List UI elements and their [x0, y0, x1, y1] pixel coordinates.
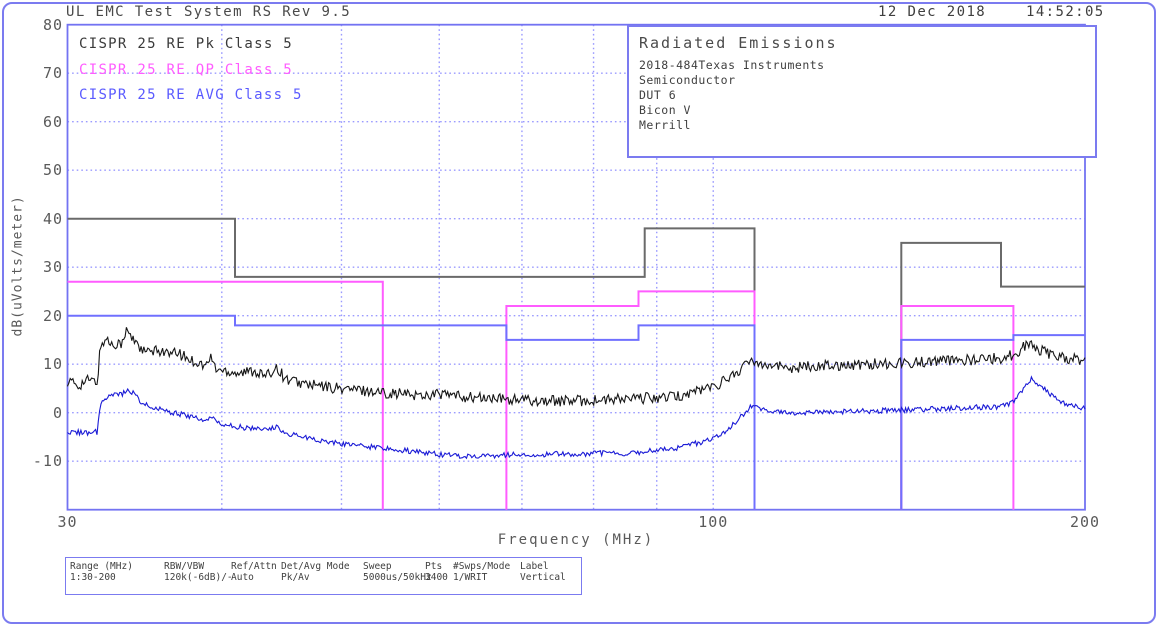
y-axis-title: dB(uVolts/meter): [11, 197, 26, 337]
test-info-line: Semiconductor: [639, 73, 1095, 87]
settings-col-rbw-vbw: RBW/VBW120k(-6dB)/-: [164, 561, 233, 583]
test-info-line: DUT 6: [639, 88, 1095, 102]
average-measurement-trace: [68, 377, 1086, 458]
settings-col-sweep: Sweep5000us/50kHz: [363, 561, 432, 583]
y-tick-label: 40: [19, 210, 63, 228]
test-info-box: Radiated Emissions 2018-484Texas Instrum…: [627, 25, 1097, 158]
settings-col-pts: Pts3400: [425, 561, 448, 583]
x-tick-label: 30: [57, 513, 77, 531]
y-tick-label: 0: [19, 404, 63, 422]
settings-col--swps-mode: #Swps/Mode1/WRIT: [453, 561, 510, 583]
y-tick-label: 50: [19, 161, 63, 179]
y-tick-label: 80: [19, 16, 63, 34]
test-info-title: Radiated Emissions: [639, 34, 1095, 52]
emc-test-system-screen: UL EMC Test System RS Rev 9.5 12 Dec 201…: [0, 0, 1158, 625]
settings-col-det-avg-mode: Det/Avg ModePk/Av: [281, 561, 350, 583]
y-tick-label: 10: [19, 355, 63, 373]
settings-col-range-mhz-: Range (MHz)1:30-200: [70, 561, 133, 583]
cispr-25-re-pk-class-5-limit-line: [901, 243, 1085, 510]
y-tick-label: 20: [19, 307, 63, 325]
test-info-line: 2018-484Texas Instruments: [639, 58, 1095, 72]
legend-item-pk: CISPR 25 RE Pk Class 5: [79, 36, 293, 52]
cispr-25-re-avg-class-5-limit-line: [68, 316, 755, 510]
y-tick-label: 30: [19, 258, 63, 276]
x-tick-label: 200: [1070, 513, 1100, 531]
test-info-line: Bicon V: [639, 103, 1095, 117]
legend-item-avg: CISPR 25 RE AVG Class 5: [79, 87, 303, 103]
x-axis-title: Frequency (MHz): [498, 532, 654, 548]
settings-col-ref-attn: Ref/AttnAuto: [231, 561, 277, 583]
settings-col-label: LabelVertical: [520, 561, 566, 583]
legend-item-qp: CISPR 25 RE QP Class 5: [79, 62, 293, 78]
sweep-settings-table: Range (MHz)1:30-200 RBW/VBW120k(-6dB)/-Re…: [65, 557, 582, 595]
y-tick-label: 70: [19, 64, 63, 82]
cispr-25-re-pk-class-5-limit-line: [68, 219, 755, 510]
y-tick-label: -10: [19, 452, 63, 470]
y-tick-label: 60: [19, 113, 63, 131]
x-tick-label: 100: [698, 513, 728, 531]
test-info-line: Merrill: [639, 118, 1095, 132]
